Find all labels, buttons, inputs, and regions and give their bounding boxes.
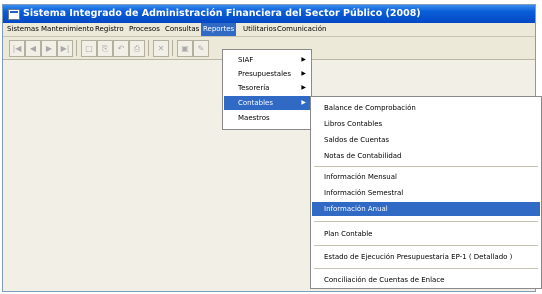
menu-sistemas[interactable]: Sistemas: [5, 23, 41, 36]
contables-item-label: Saldos de Cuentas: [324, 136, 389, 144]
contables-item-balance[interactable]: Balance de Comprobación: [312, 101, 540, 115]
reportes-item-label: Contables: [238, 99, 273, 107]
contables-item-label: Balance de Comprobación: [324, 104, 416, 112]
submenu-arrow-icon: ▶: [301, 84, 306, 91]
previous-icon[interactable]: ◀: [25, 40, 41, 57]
last-icon[interactable]: ▶|: [57, 40, 73, 57]
menu-utilitarios[interactable]: Utilitarios: [241, 23, 279, 36]
app-icon: [8, 9, 20, 20]
save-icon[interactable]: ▣: [177, 40, 193, 57]
toolbar-separator: [148, 40, 149, 56]
contables-item-semestral[interactable]: Información Semestral: [312, 186, 540, 200]
contables-item-libros[interactable]: Libros Contables: [312, 117, 540, 131]
submenu-arrow-icon: ▶: [301, 99, 306, 106]
reportes-item-contables[interactable]: Contables ▶: [224, 96, 310, 110]
menu-registro[interactable]: Registro: [93, 23, 126, 36]
reportes-item-siaf[interactable]: SIAF ▶: [224, 53, 310, 67]
undo-icon[interactable]: ↶: [113, 40, 129, 57]
contables-item-label: Información Mensual: [324, 173, 397, 181]
title-bar: Sistema Integrado de Administración Fina…: [3, 5, 535, 23]
next-icon[interactable]: ▶: [41, 40, 57, 57]
edit-icon[interactable]: ✎: [193, 40, 209, 57]
menu-separator: [314, 245, 538, 246]
menu-comunicacion[interactable]: Comunicación: [275, 23, 328, 36]
contables-submenu: Balance de Comprobación Libros Contables…: [310, 96, 542, 289]
copy-icon[interactable]: ⎘: [97, 40, 113, 57]
reportes-item-label: Tesorería: [238, 84, 270, 92]
submenu-arrow-icon: ▶: [301, 70, 306, 77]
contables-item-plan[interactable]: Plan Contable: [312, 227, 540, 241]
menu-consultas[interactable]: Consultas: [163, 23, 201, 36]
menu-bar: Sistemas Mantenimiento Registro Procesos…: [3, 23, 535, 37]
contables-item-ep1[interactable]: Estado de Ejecución Presupuestaria EP-1 …: [312, 250, 540, 264]
contables-item-mensual[interactable]: Información Mensual: [312, 170, 540, 184]
menu-procesos[interactable]: Procesos: [127, 23, 162, 36]
delete-icon[interactable]: ✕: [153, 40, 169, 57]
contables-item-notas[interactable]: Notas de Contabilidad: [312, 149, 540, 163]
contables-item-label: Conciliación de Cuentas de Enlace: [324, 276, 445, 284]
contables-item-label: Notas de Contabilidad: [324, 152, 402, 160]
menu-separator: [314, 268, 538, 269]
menu-mantenimiento[interactable]: Mantenimiento: [39, 23, 96, 36]
contables-item-label: Plan Contable: [324, 230, 373, 238]
contables-item-conciliacion[interactable]: Conciliación de Cuentas de Enlace: [312, 273, 540, 287]
reportes-menu: SIAF ▶ Presupuestales ▶ Tesorería ▶ Cont…: [222, 49, 312, 130]
reportes-item-tesoreria[interactable]: Tesorería ▶: [224, 81, 310, 95]
submenu-arrow-icon: ▶: [301, 56, 306, 63]
contables-item-label: Estado de Ejecución Presupuestaria EP-1 …: [324, 253, 513, 261]
toolbar-separator: [172, 40, 173, 56]
window-title: Sistema Integrado de Administración Fina…: [23, 8, 421, 19]
reportes-item-label: SIAF: [238, 56, 254, 64]
contables-item-label: Libros Contables: [324, 120, 383, 128]
new-document-icon[interactable]: □: [81, 40, 97, 57]
reportes-item-label: Maestros: [238, 114, 270, 122]
contables-item-label: Información Semestral: [324, 189, 404, 197]
contables-item-anual[interactable]: Información Anual: [312, 202, 540, 216]
toolbar-separator: [76, 40, 77, 56]
print-icon[interactable]: ⎙: [129, 40, 145, 57]
reportes-item-label: Presupuestales: [238, 70, 291, 78]
first-icon[interactable]: |◀: [9, 40, 25, 57]
reportes-item-maestros[interactable]: Maestros: [224, 111, 310, 125]
contables-item-label: Información Anual: [324, 205, 388, 213]
contables-item-saldos[interactable]: Saldos de Cuentas: [312, 133, 540, 147]
menu-separator: [314, 166, 538, 167]
menu-reportes[interactable]: Reportes: [201, 23, 237, 36]
reportes-item-presupuestales[interactable]: Presupuestales ▶: [224, 67, 310, 81]
menu-separator: [314, 221, 538, 222]
